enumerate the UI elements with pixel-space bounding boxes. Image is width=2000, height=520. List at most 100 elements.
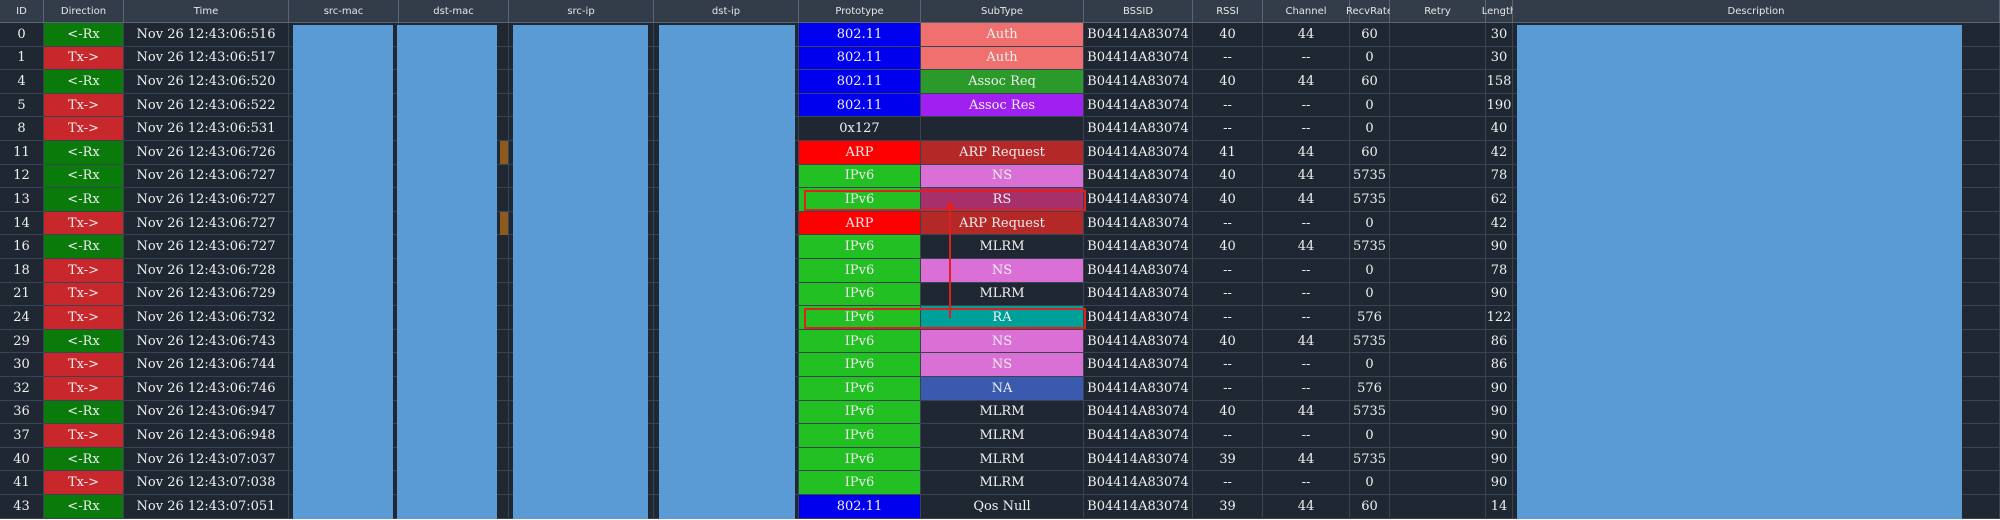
- cell-time[interactable]: Nov 26 12:43:06:727: [124, 211, 289, 236]
- cell-chan[interactable]: 44: [1263, 70, 1350, 94]
- cell-len[interactable]: 90: [1486, 471, 1513, 495]
- cell-chan[interactable]: 44: [1263, 188, 1350, 212]
- cell-bssid[interactable]: B04414A83074: [1084, 259, 1193, 283]
- cell-bssid[interactable]: B04414A83074: [1084, 188, 1193, 212]
- cell-retry[interactable]: [1390, 306, 1486, 330]
- cell-rssi[interactable]: 40: [1193, 164, 1263, 189]
- cell-recv[interactable]: 0: [1350, 282, 1390, 307]
- cell-chan[interactable]: --: [1263, 46, 1350, 71]
- column-header-chan[interactable]: Channel: [1263, 0, 1350, 23]
- cell-rssi[interactable]: --: [1193, 117, 1263, 141]
- cell-recv[interactable]: 0: [1350, 259, 1390, 283]
- cell-id[interactable]: 41: [0, 471, 44, 495]
- cell-time[interactable]: Nov 26 12:43:06:746: [124, 377, 289, 401]
- cell-dir[interactable]: <-Rx: [44, 23, 124, 47]
- column-header-bssid[interactable]: BSSID: [1084, 0, 1193, 23]
- cell-recv[interactable]: 0: [1350, 211, 1390, 236]
- cell-rssi[interactable]: 40: [1193, 23, 1263, 47]
- cell-recv[interactable]: 60: [1350, 70, 1390, 94]
- cell-id[interactable]: 13: [0, 188, 44, 212]
- cell-retry[interactable]: [1390, 117, 1486, 141]
- column-header-recv[interactable]: RecvRate: [1346, 0, 1393, 23]
- cell-rssi[interactable]: 39: [1193, 495, 1263, 519]
- cell-rssi[interactable]: --: [1193, 211, 1263, 236]
- cell-bssid[interactable]: B04414A83074: [1084, 306, 1193, 330]
- column-header-len[interactable]: Length: [1482, 0, 1516, 23]
- cell-len[interactable]: 86: [1486, 353, 1513, 377]
- cell-retry[interactable]: [1390, 353, 1486, 377]
- cell-len[interactable]: 86: [1486, 329, 1513, 354]
- column-header-desc[interactable]: Description: [1513, 0, 2000, 23]
- cell-retry[interactable]: [1390, 471, 1486, 495]
- cell-id[interactable]: 18: [0, 259, 44, 283]
- cell-len[interactable]: 30: [1486, 46, 1513, 71]
- cell-chan[interactable]: 44: [1263, 164, 1350, 189]
- cell-retry[interactable]: [1390, 282, 1486, 307]
- cell-len[interactable]: 90: [1486, 235, 1513, 259]
- cell-rssi[interactable]: --: [1193, 259, 1263, 283]
- cell-sub[interactable]: NA: [921, 377, 1084, 401]
- cell-chan[interactable]: 44: [1263, 495, 1350, 519]
- cell-proto[interactable]: ARP: [799, 141, 921, 165]
- cell-time[interactable]: Nov 26 12:43:07:037: [124, 447, 289, 472]
- cell-recv[interactable]: 0: [1350, 353, 1390, 377]
- cell-recv[interactable]: 5735: [1350, 400, 1390, 425]
- cell-recv[interactable]: 0: [1350, 471, 1390, 495]
- cell-proto[interactable]: 802.11: [799, 495, 921, 519]
- cell-retry[interactable]: [1390, 211, 1486, 236]
- cell-id[interactable]: 24: [0, 306, 44, 330]
- cell-rssi[interactable]: --: [1193, 471, 1263, 495]
- cell-rssi[interactable]: --: [1193, 353, 1263, 377]
- cell-chan[interactable]: --: [1263, 93, 1350, 118]
- cell-retry[interactable]: [1390, 259, 1486, 283]
- cell-retry[interactable]: [1390, 400, 1486, 425]
- cell-len[interactable]: 42: [1486, 141, 1513, 165]
- cell-bssid[interactable]: B04414A83074: [1084, 70, 1193, 94]
- cell-recv[interactable]: 60: [1350, 23, 1390, 47]
- cell-recv[interactable]: 5735: [1350, 447, 1390, 472]
- cell-retry[interactable]: [1390, 23, 1486, 47]
- cell-chan[interactable]: --: [1263, 424, 1350, 448]
- cell-len[interactable]: 90: [1486, 282, 1513, 307]
- cell-sub[interactable]: ARP Request: [921, 211, 1084, 236]
- cell-dir[interactable]: Tx->: [44, 424, 124, 448]
- cell-proto[interactable]: 802.11: [799, 46, 921, 71]
- cell-dir[interactable]: Tx->: [44, 282, 124, 307]
- cell-len[interactable]: 78: [1486, 164, 1513, 189]
- cell-proto[interactable]: ARP: [799, 211, 921, 236]
- cell-time[interactable]: Nov 26 12:43:07:038: [124, 471, 289, 495]
- cell-proto[interactable]: IPv6: [799, 164, 921, 189]
- cell-bssid[interactable]: B04414A83074: [1084, 93, 1193, 118]
- column-header-rssi[interactable]: RSSI: [1193, 0, 1263, 23]
- cell-chan[interactable]: 44: [1263, 447, 1350, 472]
- column-header-dir[interactable]: Direction: [44, 0, 124, 23]
- cell-proto[interactable]: 0x127: [799, 117, 921, 141]
- cell-retry[interactable]: [1390, 164, 1486, 189]
- cell-rssi[interactable]: --: [1193, 424, 1263, 448]
- cell-dir[interactable]: Tx->: [44, 211, 124, 236]
- cell-rssi[interactable]: --: [1193, 46, 1263, 71]
- cell-bssid[interactable]: B04414A83074: [1084, 141, 1193, 165]
- cell-sub[interactable]: MLRM: [921, 400, 1084, 425]
- cell-dir[interactable]: Tx->: [44, 259, 124, 283]
- cell-proto[interactable]: IPv6: [799, 329, 921, 354]
- cell-recv[interactable]: 0: [1350, 424, 1390, 448]
- cell-len[interactable]: 158: [1486, 70, 1513, 94]
- cell-retry[interactable]: [1390, 46, 1486, 71]
- cell-chan[interactable]: 44: [1263, 23, 1350, 47]
- cell-time[interactable]: Nov 26 12:43:06:947: [124, 400, 289, 425]
- cell-proto[interactable]: IPv6: [799, 400, 921, 425]
- cell-sub[interactable]: MLRM: [921, 282, 1084, 307]
- cell-time[interactable]: Nov 26 12:43:06:732: [124, 306, 289, 330]
- cell-sub[interactable]: Qos Null: [921, 495, 1084, 519]
- cell-sub[interactable]: NS: [921, 329, 1084, 354]
- cell-proto[interactable]: IPv6: [799, 282, 921, 307]
- cell-proto[interactable]: IPv6: [799, 424, 921, 448]
- cell-len[interactable]: 40: [1486, 117, 1513, 141]
- cell-id[interactable]: 0: [0, 23, 44, 47]
- cell-recv[interactable]: 5735: [1350, 164, 1390, 189]
- cell-time[interactable]: Nov 26 12:43:06:743: [124, 329, 289, 354]
- cell-rssi[interactable]: --: [1193, 377, 1263, 401]
- cell-time[interactable]: Nov 26 12:43:06:531: [124, 117, 289, 141]
- cell-bssid[interactable]: B04414A83074: [1084, 353, 1193, 377]
